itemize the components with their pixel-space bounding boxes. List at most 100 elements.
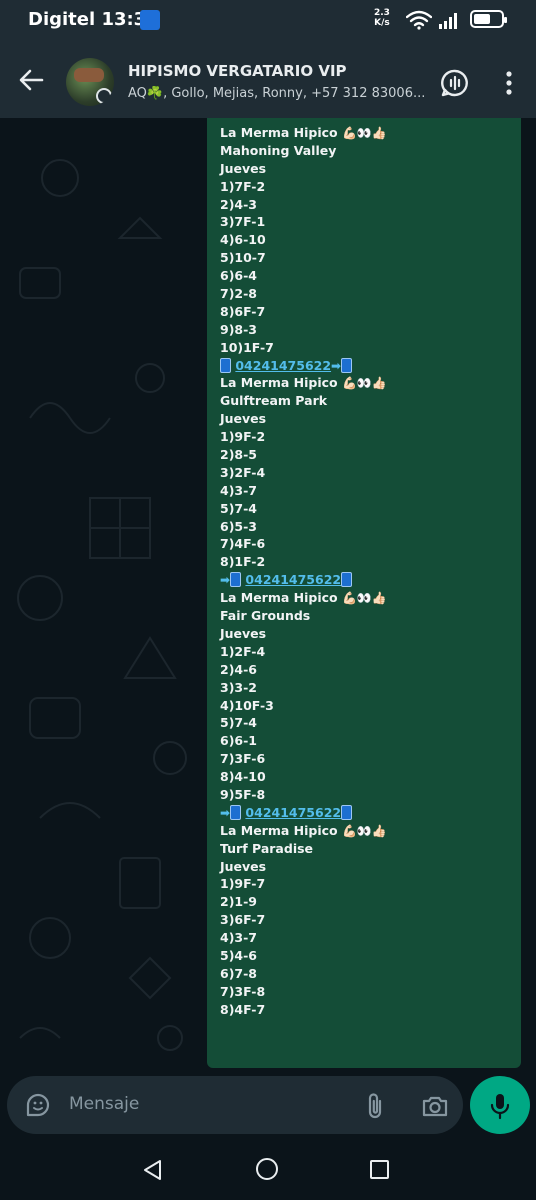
signal-icon bbox=[439, 13, 457, 29]
group-avatar[interactable] bbox=[66, 58, 114, 106]
message-line: La Merma Hipico 💪🏻👀👍🏻 bbox=[220, 822, 516, 840]
message-line: 8)1F-2 bbox=[220, 553, 516, 571]
voice-record-button[interactable] bbox=[470, 1076, 530, 1134]
message-line: 1)9F-2 bbox=[220, 428, 516, 446]
message-line-text: 6)7-8 bbox=[220, 965, 257, 981]
nav-home-icon[interactable] bbox=[256, 1158, 278, 1180]
phone-link[interactable]: 04241475622 bbox=[245, 805, 341, 820]
message-line: 4)10F-3 bbox=[220, 697, 516, 715]
chat-header[interactable]: HIPISMO VERGATARIO VIP AQ☘️, Gollo, Meji… bbox=[0, 40, 536, 118]
phone-device-icon bbox=[341, 572, 353, 588]
message-line: 5)10-7 bbox=[220, 249, 516, 267]
message-input[interactable]: Mensaje bbox=[7, 1076, 463, 1134]
message-line-text: Jueves bbox=[220, 858, 267, 874]
message-line: 5)7-4 bbox=[220, 714, 516, 732]
message-line: 10)1F-7 bbox=[220, 339, 516, 357]
message-line-text: 3)2F-4 bbox=[220, 464, 266, 480]
message-line: La Merma Hipico 💪🏻👀👍🏻 bbox=[220, 124, 516, 142]
emoji-reaction-icons: 💪🏻👀👍🏻 bbox=[341, 591, 387, 606]
message-line-text: 1)9F-7 bbox=[220, 876, 266, 892]
message-line: 3)3-2 bbox=[220, 679, 516, 697]
network-speed-value: 2.3 bbox=[374, 8, 390, 18]
message-line: Turf Paradise bbox=[220, 840, 516, 858]
message-line-text: 2)4-6 bbox=[220, 661, 257, 677]
message-line-text: 5)10-7 bbox=[220, 250, 266, 266]
message-line-text: 2)1-9 bbox=[220, 894, 257, 910]
message-line: 7)2-8 bbox=[220, 285, 516, 303]
message-line-text: 8)4F-7 bbox=[220, 1001, 266, 1017]
message-line-text: Jueves bbox=[220, 160, 267, 176]
message-line-text: 6)6-4 bbox=[220, 268, 257, 284]
message-line-text: Turf Paradise bbox=[220, 840, 314, 856]
network-speed: 2.3 K/s bbox=[374, 8, 390, 28]
phone-link[interactable]: 04241475622 bbox=[235, 358, 331, 373]
phone-line: ➡ 04241475622 bbox=[220, 571, 516, 589]
message-line: Jueves bbox=[220, 410, 516, 428]
message-line: 2)4-6 bbox=[220, 661, 516, 679]
message-line: Fair Grounds bbox=[220, 607, 516, 625]
message-line-text: La Merma Hipico bbox=[220, 590, 342, 606]
sticker-icon[interactable] bbox=[25, 1092, 51, 1118]
message-line: 3)7F-1 bbox=[220, 213, 516, 231]
carrier-name: Digitel bbox=[28, 9, 96, 30]
message-line-text: 5)7-4 bbox=[220, 715, 257, 731]
message-line: 5)4-6 bbox=[220, 947, 516, 965]
message-line: Jueves bbox=[220, 160, 516, 178]
message-line: 6)6-4 bbox=[220, 267, 516, 285]
phone-device-icon bbox=[341, 804, 353, 820]
message-line-text: Jueves bbox=[220, 625, 267, 641]
message-line-text: 4)10F-3 bbox=[220, 697, 274, 713]
message-text: La Merma Hipico 💪🏻👀👍🏻 Mahoning Valley Juev… bbox=[220, 124, 516, 1019]
phone-line: ➡ 04241475622 bbox=[220, 804, 516, 822]
message-line-text: 3)3-2 bbox=[220, 679, 257, 695]
emoji-reaction-icons: 💪🏻👀👍🏻 bbox=[341, 823, 387, 838]
emoji-reaction-icons: 💪🏻👀👍🏻 bbox=[341, 126, 387, 140]
message-line-text: 10)1F-7 bbox=[220, 339, 274, 355]
message-line: 2)4-3 bbox=[220, 196, 516, 214]
chat-title[interactable]: HIPISMO VERGATARIO VIP bbox=[128, 62, 347, 80]
message-bubble[interactable]: La Merma Hipico 💪🏻👀👍🏻 Mahoning Valley Juev… bbox=[207, 118, 521, 1068]
network-speed-unit: K/s bbox=[374, 18, 390, 28]
camera-icon[interactable] bbox=[421, 1094, 449, 1118]
message-line-text: 2)8-5 bbox=[220, 447, 257, 463]
message-line: 7)3F-8 bbox=[220, 983, 516, 1001]
message-line: 3)6F-7 bbox=[220, 911, 516, 929]
message-line-text: 5)7-4 bbox=[220, 500, 257, 516]
message-line: La Merma Hipico 💪🏻👀👍🏻 bbox=[220, 589, 516, 607]
voice-chat-icon[interactable] bbox=[440, 68, 470, 98]
message-line: 3)2F-4 bbox=[220, 464, 516, 482]
nav-recents-icon[interactable] bbox=[370, 1160, 389, 1179]
message-line: 4)3-7 bbox=[220, 929, 516, 947]
message-line-text: 4)6-10 bbox=[220, 232, 266, 248]
message-line: 9)8-3 bbox=[220, 321, 516, 339]
more-vert-icon[interactable] bbox=[505, 70, 513, 96]
message-line-text: 6)6-1 bbox=[220, 733, 257, 749]
message-line-text: 3)7F-1 bbox=[220, 214, 266, 230]
message-placeholder[interactable]: Mensaje bbox=[69, 1094, 139, 1114]
message-line-text: 6)5-3 bbox=[220, 518, 257, 534]
back-arrow-icon[interactable] bbox=[18, 68, 44, 92]
message-line-text: Mahoning Valley bbox=[220, 142, 337, 158]
message-line-text: 9)5F-8 bbox=[220, 786, 266, 802]
message-line-text: 7)2-8 bbox=[220, 286, 257, 302]
phone-link[interactable]: 04241475622 bbox=[245, 572, 341, 587]
message-line-text: 2)4-3 bbox=[220, 196, 257, 212]
message-line: 1)7F-2 bbox=[220, 178, 516, 196]
chat-area[interactable]: La Merma Hipico 💪🏻👀👍🏻 Mahoning Valley Juev… bbox=[0, 118, 536, 1072]
chat-members[interactable]: AQ☘️, Gollo, Mejias, Ronny, +57 312 8300… bbox=[128, 86, 428, 101]
compose-bar: Mensaje bbox=[0, 1072, 536, 1140]
message-line-text: 8)4-10 bbox=[220, 769, 266, 785]
message-line: La Merma Hipico 💪🏻👀👍🏻 bbox=[220, 374, 516, 392]
message-line-text: La Merma Hipico bbox=[220, 125, 342, 140]
attach-clip-icon[interactable] bbox=[365, 1092, 385, 1120]
phone-device-icon bbox=[220, 357, 231, 373]
message-line: 8)6F-7 bbox=[220, 303, 516, 321]
nav-back-icon[interactable] bbox=[142, 1159, 164, 1181]
message-line: 5)7-4 bbox=[220, 500, 516, 518]
wifi-icon bbox=[406, 10, 432, 30]
message-line-text: 5)4-6 bbox=[220, 947, 257, 963]
message-line-text: 1)7F-2 bbox=[220, 178, 266, 194]
system-nav-bar bbox=[0, 1140, 536, 1200]
emoji-reaction-icons: 💪🏻👀👍🏻 bbox=[341, 376, 387, 391]
message-line: Jueves bbox=[220, 625, 516, 643]
